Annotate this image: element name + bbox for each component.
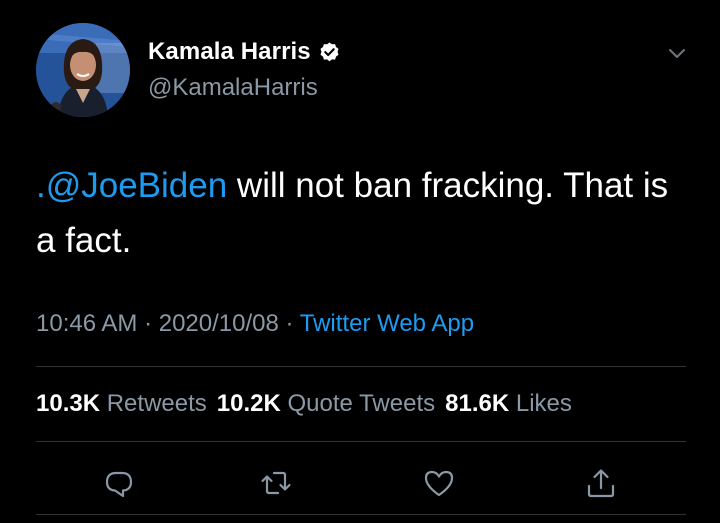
chevron-down-icon[interactable] bbox=[663, 39, 691, 67]
engagement-stats: 10.3K Retweets 10.2K Quote Tweets 81.6K Li… bbox=[36, 390, 582, 418]
share-icon[interactable] bbox=[584, 466, 618, 500]
retweets-stat[interactable]: 10.3K Retweets bbox=[36, 390, 207, 417]
tweet-date[interactable]: 2020/10/08 bbox=[159, 310, 279, 337]
meta-separator: · bbox=[278, 310, 300, 337]
reply-icon[interactable] bbox=[102, 466, 136, 500]
user-handle[interactable]: @KamalaHarris bbox=[148, 74, 318, 102]
retweets-label: Retweets bbox=[106, 390, 207, 417]
likes-label: Likes bbox=[515, 390, 572, 417]
likes-count: 81.6K bbox=[445, 390, 510, 417]
tweet-card: Kamala Harris @KamalaHarris .@JoeBiden w… bbox=[0, 0, 720, 523]
avatar[interactable] bbox=[36, 23, 130, 117]
retweets-count: 10.3K bbox=[36, 390, 101, 417]
display-name[interactable]: Kamala Harris bbox=[148, 38, 311, 66]
verified-badge-icon bbox=[320, 41, 339, 61]
tweet-text: .@JoeBiden will not ban fracking. That i… bbox=[36, 158, 696, 268]
tweet-time[interactable]: 10:46 AM bbox=[36, 310, 137, 337]
mention-link[interactable]: .@JoeBiden bbox=[36, 166, 227, 205]
divider bbox=[36, 514, 686, 515]
quote-tweets-stat[interactable]: 10.2K Quote Tweets bbox=[217, 390, 435, 417]
heart-icon[interactable] bbox=[422, 466, 456, 500]
retweet-icon[interactable] bbox=[259, 466, 293, 500]
profile-photo-icon bbox=[36, 23, 130, 117]
quote-tweets-label: Quote Tweets bbox=[287, 390, 436, 417]
meta-separator: · bbox=[137, 310, 159, 337]
quote-tweets-count: 10.2K bbox=[216, 390, 281, 417]
action-bar bbox=[0, 466, 720, 500]
tweet-source[interactable]: Twitter Web App bbox=[300, 310, 474, 337]
tweet-meta: 10:46 AM · 2020/10/08 · Twitter Web App bbox=[36, 310, 474, 338]
name-row: Kamala Harris bbox=[148, 38, 341, 66]
divider bbox=[36, 366, 686, 367]
divider bbox=[36, 441, 686, 442]
likes-stat[interactable]: 81.6K Likes bbox=[445, 390, 572, 417]
